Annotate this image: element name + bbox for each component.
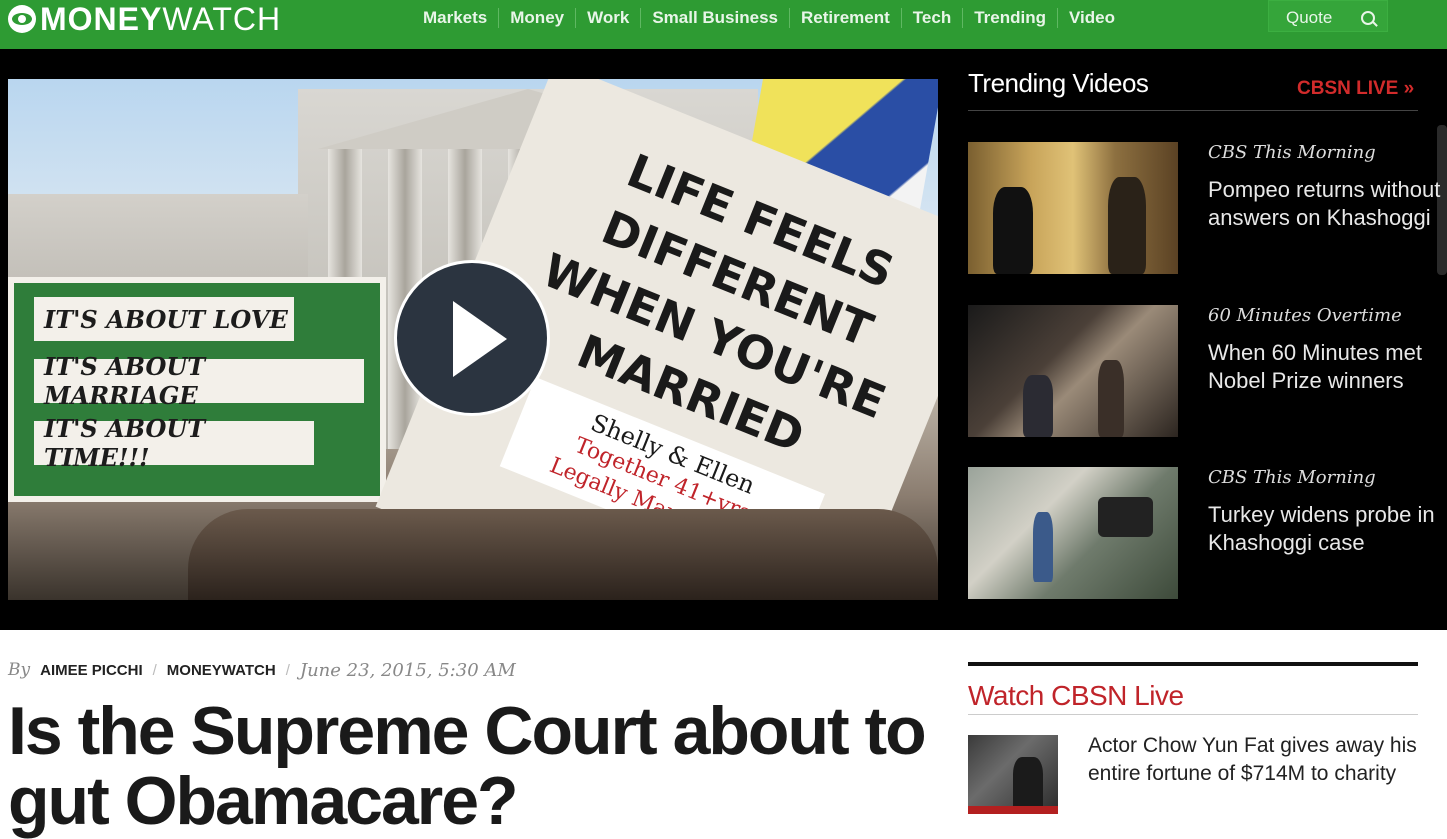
article-title: Is the Supreme Court about to gut Obamac… — [8, 693, 927, 839]
video-thumbnail[interactable] — [968, 142, 1178, 274]
nav-video[interactable]: Video — [1058, 8, 1126, 28]
divider — [968, 110, 1418, 111]
publish-date: June 23, 2015, 5:30 AM — [299, 659, 516, 681]
video-headline[interactable]: When 60 Minutes met Nobel Prize winners — [1208, 339, 1447, 395]
crowd-image — [188, 509, 938, 600]
play-button[interactable] — [394, 260, 550, 416]
nav-retirement[interactable]: Retirement — [790, 8, 902, 28]
video-thumbnail[interactable] — [968, 305, 1178, 437]
byline-prefix: By — [8, 660, 31, 680]
watch-video-thumbnail[interactable] — [968, 735, 1058, 814]
section-link[interactable]: MONEYWATCH — [167, 662, 276, 679]
search-icon[interactable] — [1361, 11, 1375, 25]
cbs-eye-icon — [8, 5, 36, 33]
cbsn-live-link[interactable]: CBSN LIVE » — [1297, 78, 1414, 100]
sign-line: IT'S ABOUT TIME!!! — [34, 414, 314, 472]
quote-label: Quote — [1286, 8, 1333, 27]
trending-video-item[interactable]: CBS This Morning Pompeo returns without … — [968, 142, 1447, 274]
protest-sign-left: IT'S ABOUT LOVE IT'S ABOUT MARRIAGE IT'S… — [8, 277, 386, 502]
main-nav: Markets Money Work Small Business Retire… — [412, 0, 1126, 36]
logo-watch-text: WATCH — [162, 0, 282, 37]
watch-cbsn-live-title[interactable]: Watch CBSN Live — [968, 680, 1184, 712]
nav-money[interactable]: Money — [499, 8, 577, 28]
divider — [968, 714, 1418, 715]
author-link[interactable]: AIMEE PICCHI — [40, 662, 143, 679]
video-show-name: CBS This Morning — [1208, 142, 1376, 163]
quote-search-box[interactable]: Quote — [1268, 0, 1388, 32]
trending-video-item[interactable]: CBS This Morning Turkey widens probe in … — [968, 467, 1447, 599]
nav-small-business[interactable]: Small Business — [641, 8, 790, 28]
nav-markets[interactable]: Markets — [412, 8, 500, 28]
sign-line: IT'S ABOUT MARRIAGE — [34, 352, 364, 410]
nav-trending[interactable]: Trending — [963, 8, 1058, 28]
video-headline[interactable]: Pompeo returns without answers on Khasho… — [1208, 176, 1447, 232]
watch-headline[interactable]: Actor Chow Yun Fat gives away his entire… — [1088, 732, 1418, 788]
section-divider — [968, 662, 1418, 666]
trending-videos-title: Trending Videos — [968, 68, 1149, 98]
video-headline[interactable]: Turkey widens probe in Khashoggi case — [1208, 501, 1447, 557]
byline-separator: / — [152, 661, 157, 679]
article-byline: By AIMEE PICCHI / MONEYWATCH / June 23, … — [8, 659, 516, 681]
top-navigation-bar: MONEY WATCH Markets Money Work Small Busi… — [0, 0, 1447, 49]
logo-money-text: MONEY — [40, 0, 163, 37]
trending-video-item[interactable]: 60 Minutes Overtime When 60 Minutes met … — [968, 305, 1447, 437]
sign-line: IT'S ABOUT LOVE — [34, 297, 294, 341]
moneywatch-logo[interactable]: MONEY WATCH — [8, 0, 282, 37]
video-show-name: CBS This Morning — [1208, 467, 1376, 488]
video-thumbnail[interactable] — [968, 467, 1178, 599]
nav-tech[interactable]: Tech — [902, 8, 964, 28]
video-show-name: 60 Minutes Overtime — [1208, 305, 1402, 326]
byline-separator: / — [285, 661, 290, 679]
nav-work[interactable]: Work — [576, 8, 642, 28]
